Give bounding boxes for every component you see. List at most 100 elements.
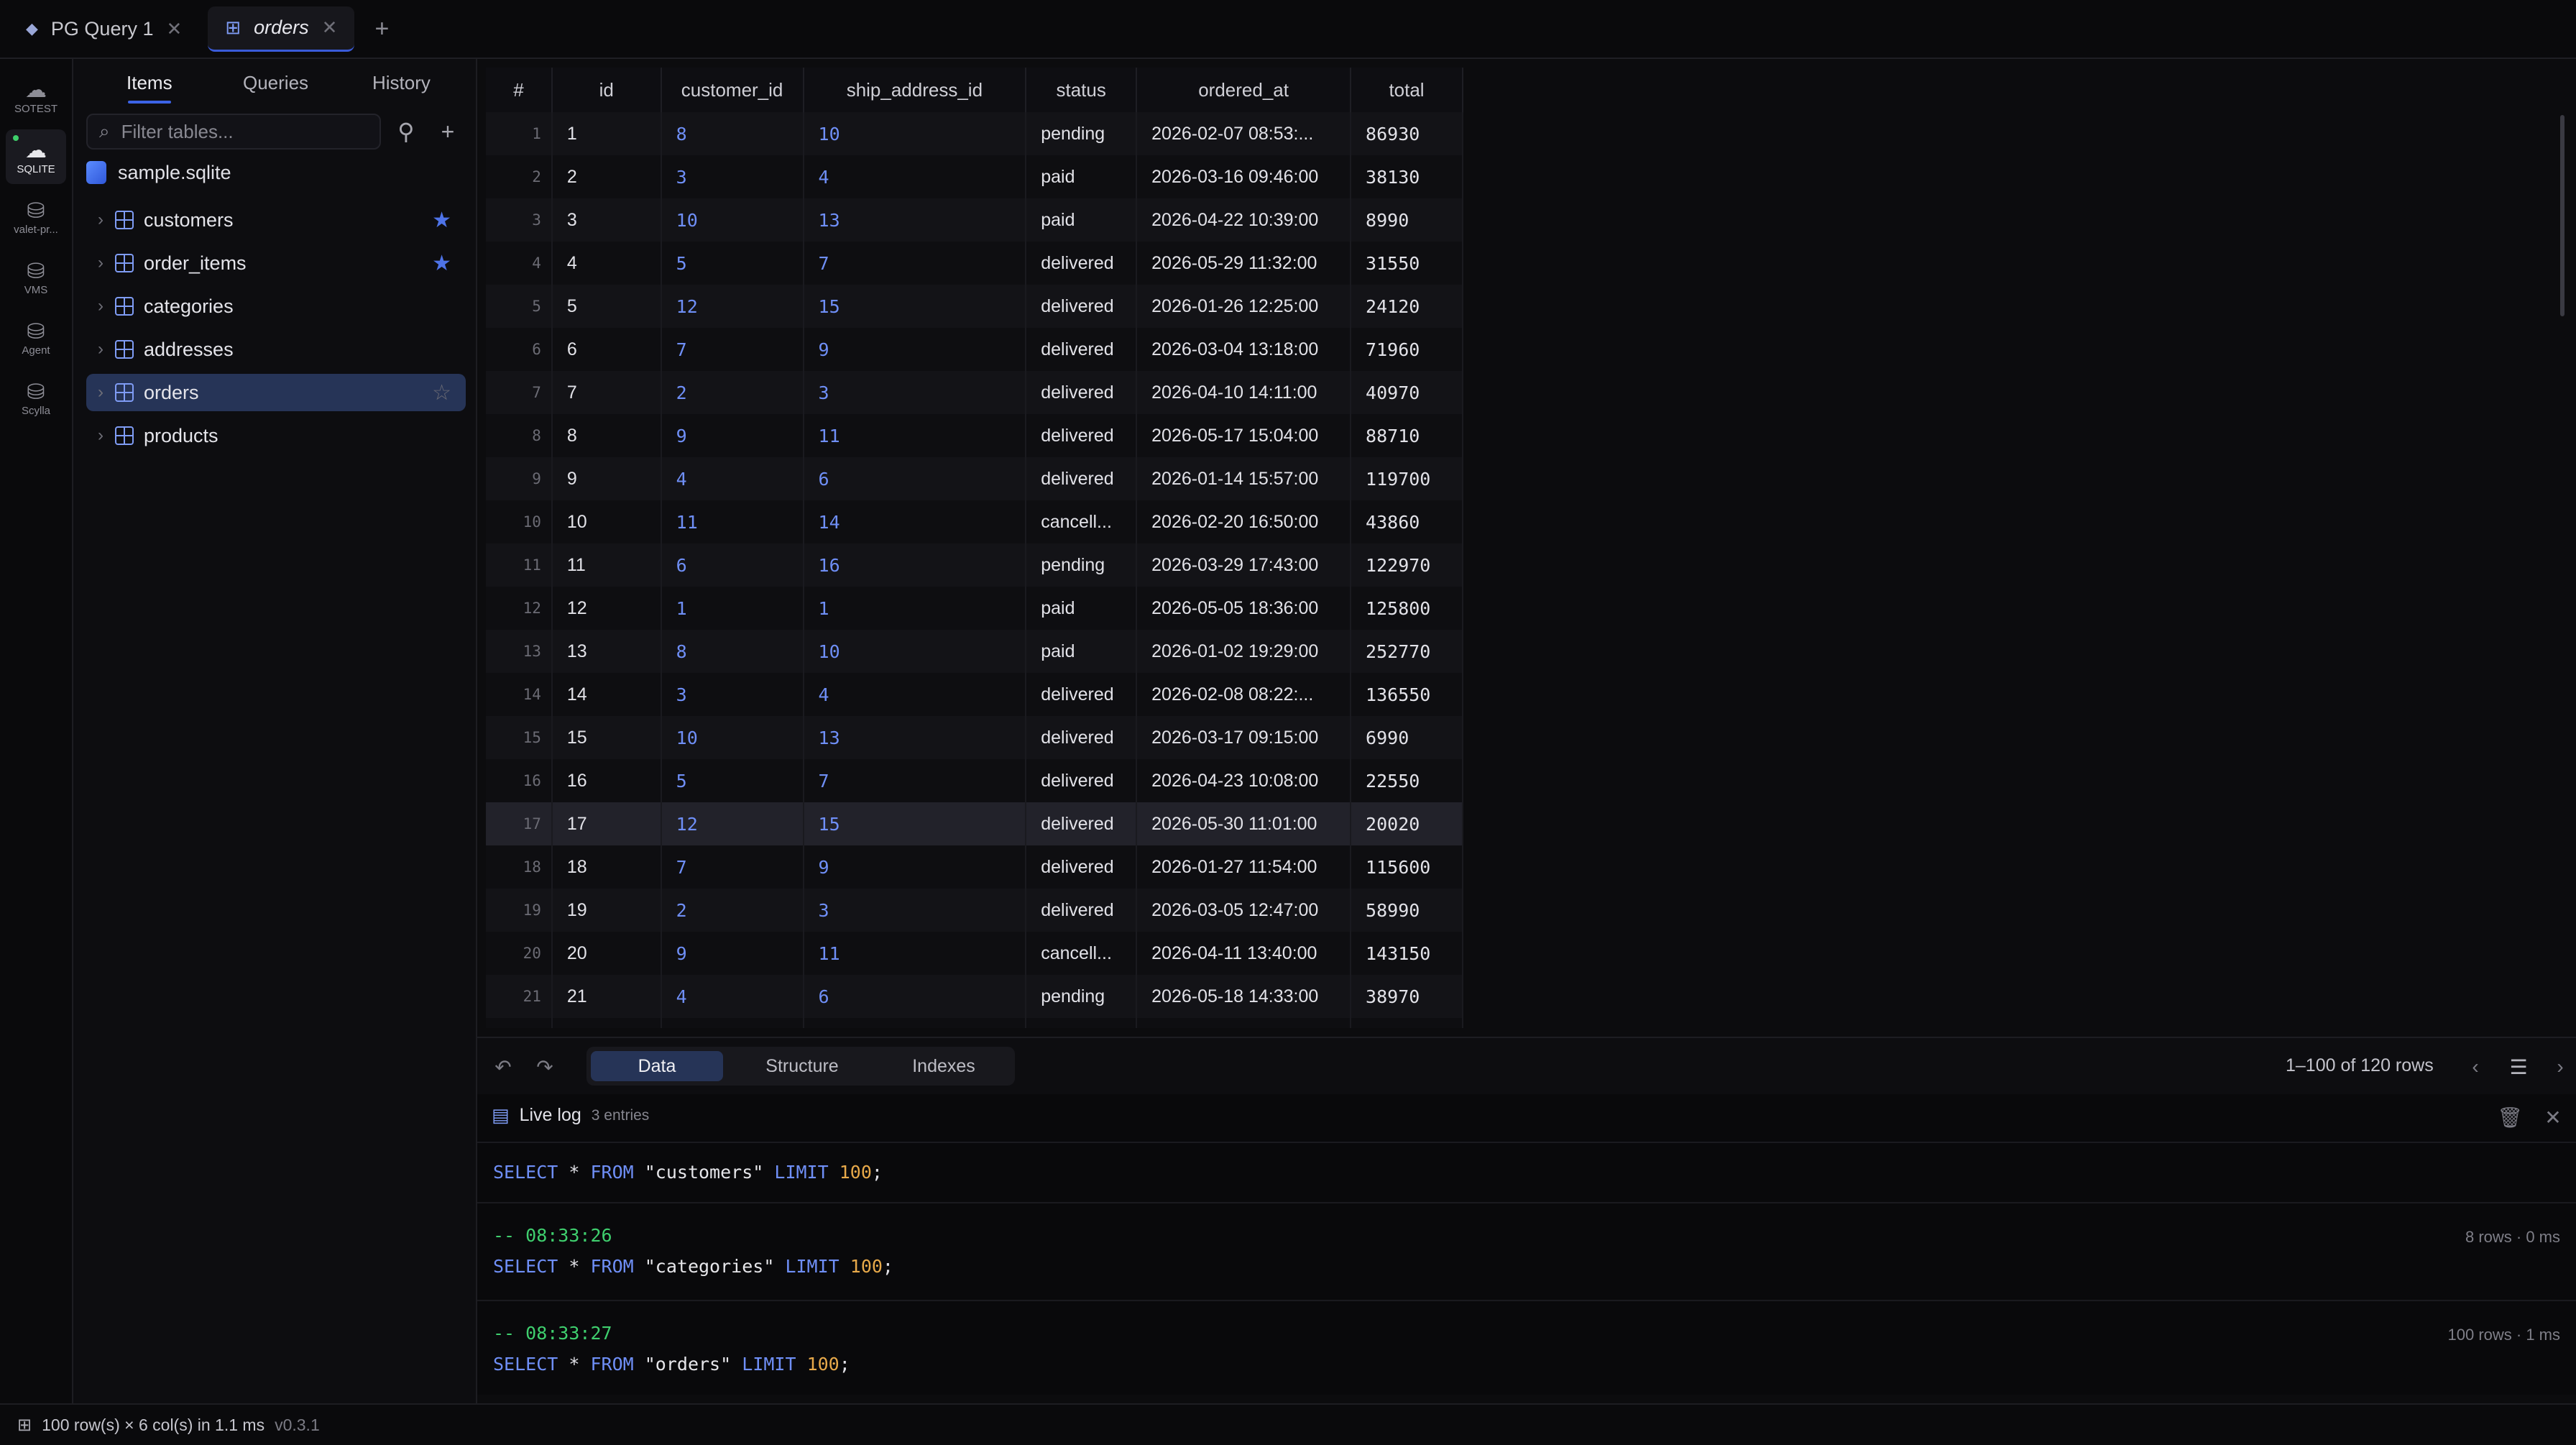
- status-cell[interactable]: delivered: [1026, 328, 1138, 371]
- total-cell[interactable]: 115600: [1351, 845, 1463, 889]
- id-cell[interactable]: 20: [551, 932, 662, 975]
- customer-id-cell[interactable]: 1: [661, 587, 804, 630]
- column-header-ordered-at[interactable]: ordered_at: [1136, 68, 1352, 112]
- status-cell[interactable]: paid: [1026, 587, 1138, 630]
- customer-id-cell[interactable]: 2: [661, 889, 804, 932]
- ship-address-id-cell[interactable]: 16: [803, 543, 1027, 587]
- row-number-cell[interactable]: 20: [486, 932, 553, 975]
- ship-address-id-cell[interactable]: 4: [803, 673, 1027, 716]
- ship-address-id-cell[interactable]: 11: [803, 414, 1027, 457]
- table-row[interactable]: 14 14 3 4 delivered 2026-02-08 08:22:... 13655…: [486, 673, 1463, 716]
- ship-address-id-cell[interactable]: 4: [803, 155, 1027, 198]
- log-entry[interactable]: SELECT * FROM "customers" LIMIT 100;: [493, 1162, 2570, 1183]
- id-cell[interactable]: 9: [551, 457, 662, 500]
- tab-data[interactable]: Data: [591, 1051, 723, 1081]
- ship-address-id-cell[interactable]: 13: [803, 198, 1027, 242]
- add-table-button[interactable]: +: [430, 114, 466, 150]
- total-cell[interactable]: 24120: [1351, 285, 1463, 328]
- status-cell[interactable]: delivered: [1026, 371, 1138, 414]
- ship-address-id-cell[interactable]: 6: [803, 457, 1027, 500]
- row-number-cell[interactable]: 7: [486, 371, 553, 414]
- total-cell[interactable]: 40970: [1351, 371, 1463, 414]
- rail-item-sotest[interactable]: ☁ SOTEST: [6, 69, 66, 124]
- id-cell[interactable]: 14: [551, 673, 662, 716]
- customer-id-cell[interactable]: 6: [661, 543, 804, 587]
- id-cell[interactable]: 2: [551, 155, 662, 198]
- total-cell[interactable]: 14150: [1351, 1018, 1463, 1028]
- tab-structure[interactable]: Structure: [730, 1051, 874, 1081]
- id-cell[interactable]: 19: [551, 889, 662, 932]
- status-cell[interactable]: delivered: [1026, 242, 1138, 285]
- status-cell[interactable]: delivered: [1026, 889, 1138, 932]
- total-cell[interactable]: 252770: [1351, 630, 1463, 673]
- ship-address-id-cell[interactable]: 10: [803, 630, 1027, 673]
- customer-id-cell[interactable]: 8: [661, 112, 804, 155]
- chevron-left-icon[interactable]: ‹: [2460, 1051, 2491, 1083]
- column-header-ship-address-id[interactable]: ship_address_id: [803, 68, 1027, 112]
- table-row[interactable]: 8 8 9 11 delivered 2026-05-17 15:04:00 88710: [486, 414, 1463, 457]
- customer-id-cell[interactable]: 4: [661, 975, 804, 1018]
- trash-icon[interactable]: 🗑: [2494, 1101, 2526, 1133]
- total-cell[interactable]: 143150: [1351, 932, 1463, 975]
- total-cell[interactable]: 38130: [1351, 155, 1463, 198]
- table-item-order-items[interactable]: › order_items ★: [86, 244, 466, 282]
- row-number-cell[interactable]: 22: [486, 1018, 553, 1028]
- table-row[interactable]: 16 16 5 7 delivered 2026-04-23 10:08:00 22550: [486, 759, 1463, 802]
- total-cell[interactable]: 88710: [1351, 414, 1463, 457]
- star-filled-icon[interactable]: ★: [432, 208, 451, 233]
- status-cell[interactable]: cancell...: [1026, 932, 1138, 975]
- customer-id-cell[interactable]: 11: [661, 1018, 804, 1028]
- total-cell[interactable]: 125800: [1351, 587, 1463, 630]
- id-cell[interactable]: 11: [551, 543, 662, 587]
- id-cell[interactable]: 1: [551, 112, 662, 155]
- ordered-at-cell[interactable]: 2026-05-29 11:32:00: [1136, 242, 1352, 285]
- close-icon[interactable]: ✕: [322, 17, 338, 39]
- status-cell[interactable]: pending: [1026, 975, 1138, 1018]
- table-row[interactable]: 7 7 2 3 delivered 2026-04-10 14:11:00 40970: [486, 371, 1463, 414]
- table-row[interactable]: 9 9 4 6 delivered 2026-01-14 15:57:00 119700: [486, 457, 1463, 500]
- sidebar-tab-items[interactable]: Items: [126, 72, 172, 104]
- row-number-cell[interactable]: 14: [486, 673, 553, 716]
- status-cell[interactable]: delivered: [1026, 285, 1138, 328]
- close-icon[interactable]: ✕: [2537, 1101, 2569, 1133]
- table-row[interactable]: 4 4 5 7 delivered 2026-05-29 11:32:00 31550: [486, 242, 1463, 285]
- status-cell[interactable]: paid: [1026, 630, 1138, 673]
- customer-id-cell[interactable]: 3: [661, 155, 804, 198]
- ship-address-id-cell[interactable]: 1: [803, 587, 1027, 630]
- ordered-at-cell[interactable]: 2026-04-22 10:39:00: [1136, 198, 1352, 242]
- row-number-cell[interactable]: 16: [486, 759, 553, 802]
- ship-address-id-cell[interactable]: 6: [803, 975, 1027, 1018]
- customer-id-cell[interactable]: 11: [661, 500, 804, 543]
- ordered-at-cell[interactable]: 2026-01-26 12:25:00: [1136, 285, 1352, 328]
- ship-address-id-cell[interactable]: 3: [803, 889, 1027, 932]
- row-number-cell[interactable]: 12: [486, 587, 553, 630]
- status-cell[interactable]: paid: [1026, 198, 1138, 242]
- chevron-right-icon[interactable]: ›: [2544, 1051, 2576, 1083]
- status-cell[interactable]: pending: [1026, 112, 1138, 155]
- ordered-at-cell[interactable]: 2026-01-27 11:54:00: [1136, 845, 1352, 889]
- row-number-cell[interactable]: 13: [486, 630, 553, 673]
- ordered-at-cell[interactable]: 2026-05-17 15:04:00: [1136, 414, 1352, 457]
- table-row[interactable]: 15 15 10 13 delivered 2026-03-17 09:15:00 6990: [486, 716, 1463, 759]
- ordered-at-cell[interactable]: 2026-02-08 08:22:...: [1136, 673, 1352, 716]
- table-row[interactable]: 20 20 9 11 cancell... 2026-04-11 13:40:00 1431…: [486, 932, 1463, 975]
- table-row[interactable]: 17 17 12 15 delivered 2026-05-30 11:01:00 2002…: [486, 802, 1463, 845]
- ship-address-id-cell[interactable]: 7: [803, 759, 1027, 802]
- redo-icon[interactable]: ↷: [529, 1051, 561, 1083]
- log-entry[interactable]: -- 08:33:27 SELECT * FROM "orders" LIMIT…: [493, 1323, 2570, 1375]
- id-cell[interactable]: 10: [551, 500, 662, 543]
- customer-id-cell[interactable]: 5: [661, 242, 804, 285]
- ordered-at-cell[interactable]: 2026-02-20 16:50:00: [1136, 500, 1352, 543]
- column-header-customer-id[interactable]: customer_id: [661, 68, 804, 112]
- table-row[interactable]: 18 18 7 9 delivered 2026-01-27 11:54:00 115600: [486, 845, 1463, 889]
- close-icon[interactable]: ✕: [166, 18, 182, 40]
- id-cell[interactable]: 5: [551, 285, 662, 328]
- ordered-at-cell[interactable]: 2026-01-14 15:57:00: [1136, 457, 1352, 500]
- row-number-cell[interactable]: 2: [486, 155, 553, 198]
- table-row[interactable]: 3 3 10 13 paid 2026-04-22 10:39:00 8990: [486, 198, 1463, 242]
- id-cell[interactable]: 8: [551, 414, 662, 457]
- customer-id-cell[interactable]: 12: [661, 802, 804, 845]
- ordered-at-cell[interactable]: 2026-01-02 19:29:00: [1136, 630, 1352, 673]
- total-cell[interactable]: 20020: [1351, 802, 1463, 845]
- status-cell[interactable]: delivered: [1026, 759, 1138, 802]
